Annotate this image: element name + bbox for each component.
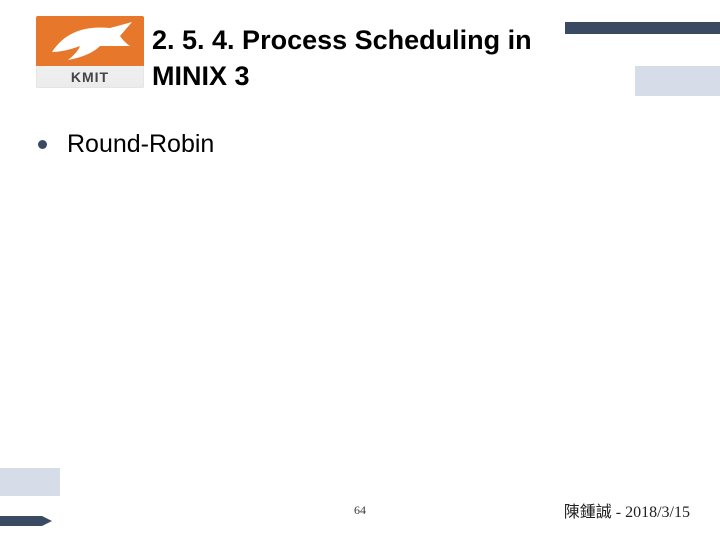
slide-title: 2. 5. 4. Process Scheduling in MINIX 3 (152, 22, 572, 95)
footer-sep: - (612, 504, 625, 521)
logo-label: KMIT (36, 69, 144, 85)
footer-author-date: 陳鍾誠 - 2018/3/15 (564, 498, 690, 522)
bullet-text: Round-Robin (67, 130, 214, 159)
footer-author: 陳鍾誠 (564, 504, 612, 521)
decor-topbar-dark (565, 22, 720, 34)
bird-icon (50, 22, 132, 62)
bullet-dot-icon (38, 140, 47, 149)
decor-botbar-light (0, 468, 60, 496)
footer-date: 2018/3/15 (625, 504, 690, 521)
bullet-row: Round-Robin (38, 130, 214, 159)
kmit-logo: KMIT (36, 16, 144, 88)
decor-topbar-light (635, 66, 720, 96)
slide: KMIT 2. 5. 4. Process Scheduling in MINI… (0, 0, 720, 540)
